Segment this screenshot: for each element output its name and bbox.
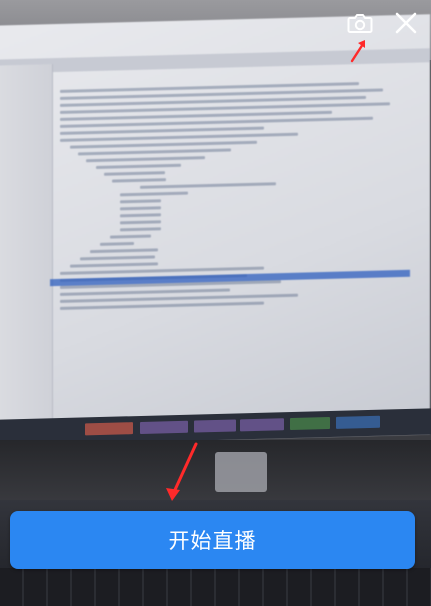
monitor-stand: [215, 452, 267, 492]
annotation-arrow-bottom-icon: [166, 442, 198, 501]
annotation-arrow-top-icon: [350, 40, 365, 63]
start-live-button[interactable]: 开始直播: [10, 511, 415, 569]
camera-switch-icon[interactable]: [345, 8, 375, 38]
monitor-screen: [0, 14, 430, 446]
close-icon[interactable]: [391, 8, 421, 38]
keyboard: [0, 568, 431, 606]
screen-sidebar: [0, 64, 53, 426]
